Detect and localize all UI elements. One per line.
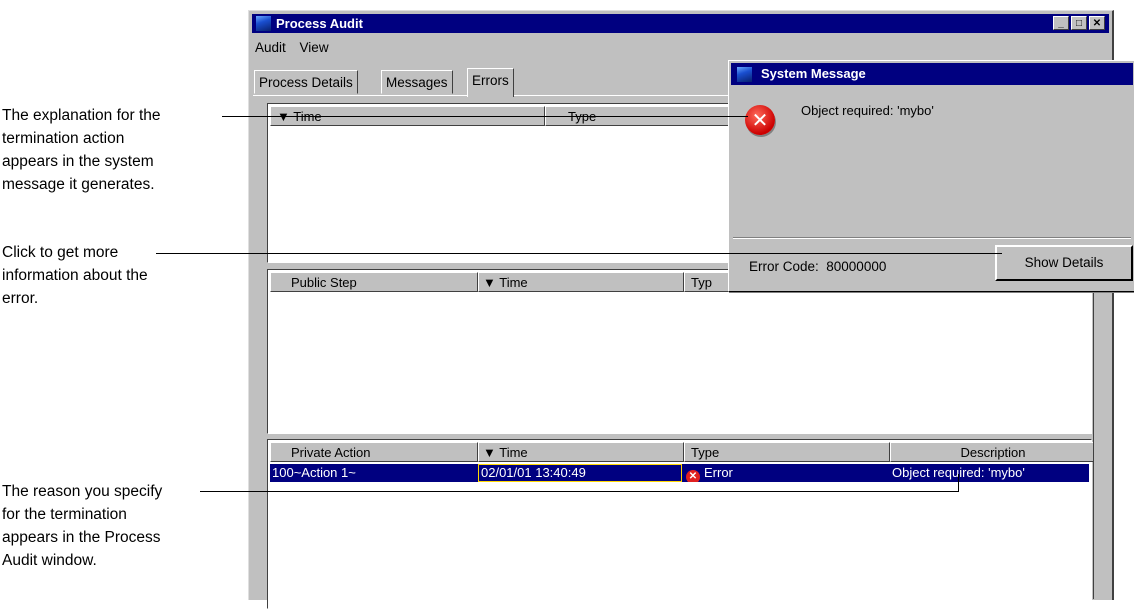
dialog-message: Object required: 'mybo' — [801, 103, 934, 118]
leader-line-details — [156, 253, 1002, 254]
public-step-pane: Public Step ▼ Time Typ — [267, 269, 1092, 434]
tab-messages[interactable]: Messages — [381, 70, 453, 94]
minimize-button[interactable]: _ — [1053, 16, 1069, 30]
column-header-type[interactable]: Type — [684, 442, 890, 462]
private-action-pane: Private Action ▼ Time Type Description 1… — [267, 439, 1096, 609]
cell-time: 02/01/01 13:40:49 — [478, 464, 682, 482]
system-message-dialog: System Message ✕ Object required: 'mybo'… — [728, 60, 1134, 292]
maximize-button[interactable]: □ — [1071, 16, 1087, 30]
close-button[interactable]: ✕ — [1089, 16, 1105, 30]
column-header-public-step[interactable]: Public Step — [270, 272, 478, 292]
cell-description: Object required: 'mybo' — [892, 465, 1025, 480]
menu-bar: Audit View — [255, 40, 339, 55]
show-details-button[interactable]: Show Details — [995, 245, 1133, 281]
cell-type: ✕ Error — [684, 464, 888, 482]
dialog-title: System Message — [761, 66, 866, 81]
leader-line-explanation — [222, 116, 748, 117]
column-header-time[interactable]: ▼ Time — [478, 272, 684, 292]
dialog-title-bar[interactable]: System Message — [731, 63, 1133, 85]
table-row[interactable]: 100~Action 1~ 02/01/01 13:40:49 ✕ Error O… — [270, 464, 1089, 482]
cell-action: 100~Action 1~ — [272, 465, 356, 480]
app-icon — [737, 67, 752, 82]
window-title: Process Audit — [276, 16, 363, 31]
column-header-description[interactable]: Description — [890, 442, 1096, 462]
callout-details: Click to get more information about the … — [2, 244, 148, 307]
menu-audit[interactable]: Audit — [255, 40, 286, 55]
error-icon: ✕ — [745, 105, 775, 135]
error-code-label: Error Code: 80000000 — [749, 259, 887, 274]
callout-explanation: The explanation for the termination acti… — [2, 107, 161, 193]
title-bar[interactable]: Process Audit _ □ ✕ — [252, 14, 1109, 33]
leader-line-reason — [200, 491, 958, 492]
app-icon — [256, 16, 271, 31]
error-icon: ✕ — [686, 470, 700, 482]
cell-type-label: Error — [704, 465, 733, 480]
dialog-separator — [733, 237, 1131, 239]
tab-errors[interactable]: Errors — [467, 68, 514, 97]
leader-line-reason-vertical — [958, 474, 959, 492]
column-header-time[interactable]: ▼ Time — [478, 442, 684, 462]
tab-process-details[interactable]: Process Details — [254, 70, 358, 94]
menu-view[interactable]: View — [300, 40, 329, 55]
column-header-private-action[interactable]: Private Action — [270, 442, 478, 462]
callout-reason: The reason you specify for the terminati… — [2, 483, 163, 569]
